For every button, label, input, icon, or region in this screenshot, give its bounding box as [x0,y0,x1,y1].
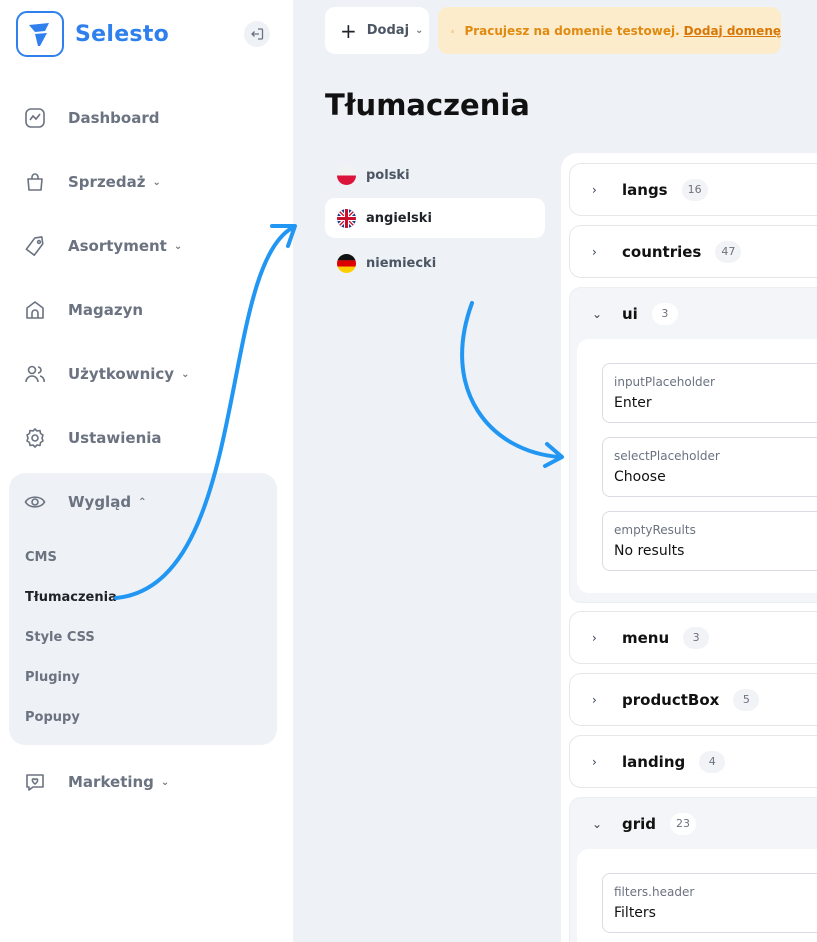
language-item-niemiecki[interactable]: niemiecki [325,243,545,283]
chevron-down-icon: ⌄ [415,25,424,36]
translation-field-filters-header[interactable]: filters.header Filters [602,873,817,933]
section-count-badge: 23 [670,812,697,835]
sidebar-item-ustawienia[interactable]: Ustawienia [23,424,162,452]
section-langs[interactable]: › langs 16 [569,163,817,216]
submenu-item-pluginy[interactable]: Pluginy [25,670,80,685]
section-name: langs [622,180,668,199]
field-value: Choose [614,469,666,485]
sidebar-item-dashboard[interactable]: Dashboard [23,104,159,132]
chevron-down-icon: ⌄ [152,176,161,188]
add-button[interactable]: + Dodaj ⌄ [325,7,429,54]
sidebar-item-magazyn[interactable]: Magazyn [23,296,143,324]
logout-icon [251,28,264,40]
chart-line-icon [23,106,47,130]
sidebar-item-label: Ustawienia [68,429,162,447]
sidebar-item-asortyment[interactable]: Asortyment ⌄ [23,232,182,260]
field-value: Enter [614,395,652,411]
field-value: No results [614,543,685,559]
sidebar-item-sprzedaz[interactable]: Sprzedaż ⌄ [23,168,161,196]
section-name: productBox [622,690,720,709]
field-label: filters.header [614,885,695,899]
submenu-item-tlumaczenia[interactable]: Tłumaczenia [25,590,117,605]
section-count-badge: 3 [683,626,710,649]
sidebar-item-label: Wygląd [68,493,132,511]
language-item-angielski[interactable]: angielski [325,198,545,238]
eye-icon [23,490,47,514]
field-label: selectPlaceholder [614,449,720,463]
warehouse-icon [23,298,47,322]
translation-field-inputplaceholder[interactable]: inputPlaceholder Enter [602,363,817,423]
chevron-right-icon: › [592,754,597,769]
gear-icon [23,426,47,450]
chevron-down-icon: ⌄ [160,776,170,788]
arrow-to-translation-fields [460,301,564,468]
sidebar-item-uzytkownicy[interactable]: Użytkownicy ⌄ [23,360,189,388]
add-domain-link[interactable]: Dodaj domenę [684,24,781,38]
submenu-item-style-css[interactable]: Style CSS [25,630,95,645]
section-count-badge: 47 [715,240,742,263]
field-label: inputPlaceholder [614,375,715,389]
field-value: Filters [614,905,656,921]
section-name: menu [622,628,670,647]
submenu-item-cms[interactable]: CMS [25,550,57,565]
chevron-down-icon: ⌄ [592,306,603,321]
users-icon [23,362,47,386]
chevron-right-icon: › [592,630,597,645]
test-domain-warning: Pracujesz na domenie testowej. Dodaj dom… [438,7,781,54]
page-title: Tłumaczenia [325,88,530,122]
chevron-up-icon: ⌃ [138,496,147,508]
sidebar-item-wyglad[interactable]: Wygląd ⌃ [23,488,146,516]
section-count-badge: 3 [651,302,678,325]
chevron-right-icon: › [592,244,597,259]
chevron-down-icon: ⌄ [181,368,190,380]
translation-field-selectplaceholder[interactable]: selectPlaceholder Choose [602,437,817,497]
chevron-down-icon: ⌄ [173,240,183,252]
collapse-sidebar-button[interactable] [244,21,270,47]
language-label: polski [366,167,410,183]
section-countries[interactable]: › countries 47 [569,225,817,278]
section-count-badge: 5 [733,688,760,711]
chevron-down-icon: ⌄ [592,816,603,831]
shopping-bag-icon [23,170,47,194]
sidebar-item-label: Dashboard [68,109,160,127]
submenu-item-popupy[interactable]: Popupy [25,710,80,725]
section-menu[interactable]: › menu 3 [569,611,817,664]
section-name: countries [622,242,702,261]
plus-icon: + [340,18,357,43]
heart-chat-icon [23,770,47,794]
section-name: grid [622,814,657,833]
section-count-badge: 4 [699,750,726,773]
warning-text: Pracujesz na domenie testowej. [464,23,680,38]
section-landing[interactable]: › landing 4 [569,735,817,788]
brand-name: Selesto [75,21,170,47]
sidebar-item-label: Marketing [68,773,154,791]
sidebar-item-label: Użytkownicy [68,365,175,383]
section-name: landing [622,752,686,771]
language-label: niemiecki [366,255,437,271]
germany-flag-icon [337,253,356,273]
chevron-right-icon: › [592,692,597,707]
selesto-logo-icon [16,11,64,57]
tag-icon [23,234,47,258]
field-label: emptyResults [614,523,696,537]
uk-flag-icon [337,208,356,228]
sidebar-item-label: Asortyment [68,237,167,255]
warning-icon [451,29,455,32]
add-button-label: Dodaj [366,23,410,38]
sidebar: Selesto Dashboard Sprzedaż ⌄ Asortyment … [0,0,293,942]
sidebar-item-label: Magazyn [68,301,144,319]
brand[interactable]: Selesto [16,11,169,57]
sidebar-item-label: Sprzedaż [68,173,146,191]
sidebar-item-marketing[interactable]: Marketing ⌄ [23,768,169,796]
section-productbox[interactable]: › productBox 5 [569,673,817,726]
translation-field-emptyresults[interactable]: emptyResults No results [602,511,817,571]
language-item-polski[interactable]: polski [325,155,545,195]
section-name: ui [622,304,638,323]
poland-flag-icon [337,165,356,185]
section-count-badge: 16 [681,178,708,201]
chevron-right-icon: › [592,182,597,197]
language-label: angielski [366,210,432,226]
